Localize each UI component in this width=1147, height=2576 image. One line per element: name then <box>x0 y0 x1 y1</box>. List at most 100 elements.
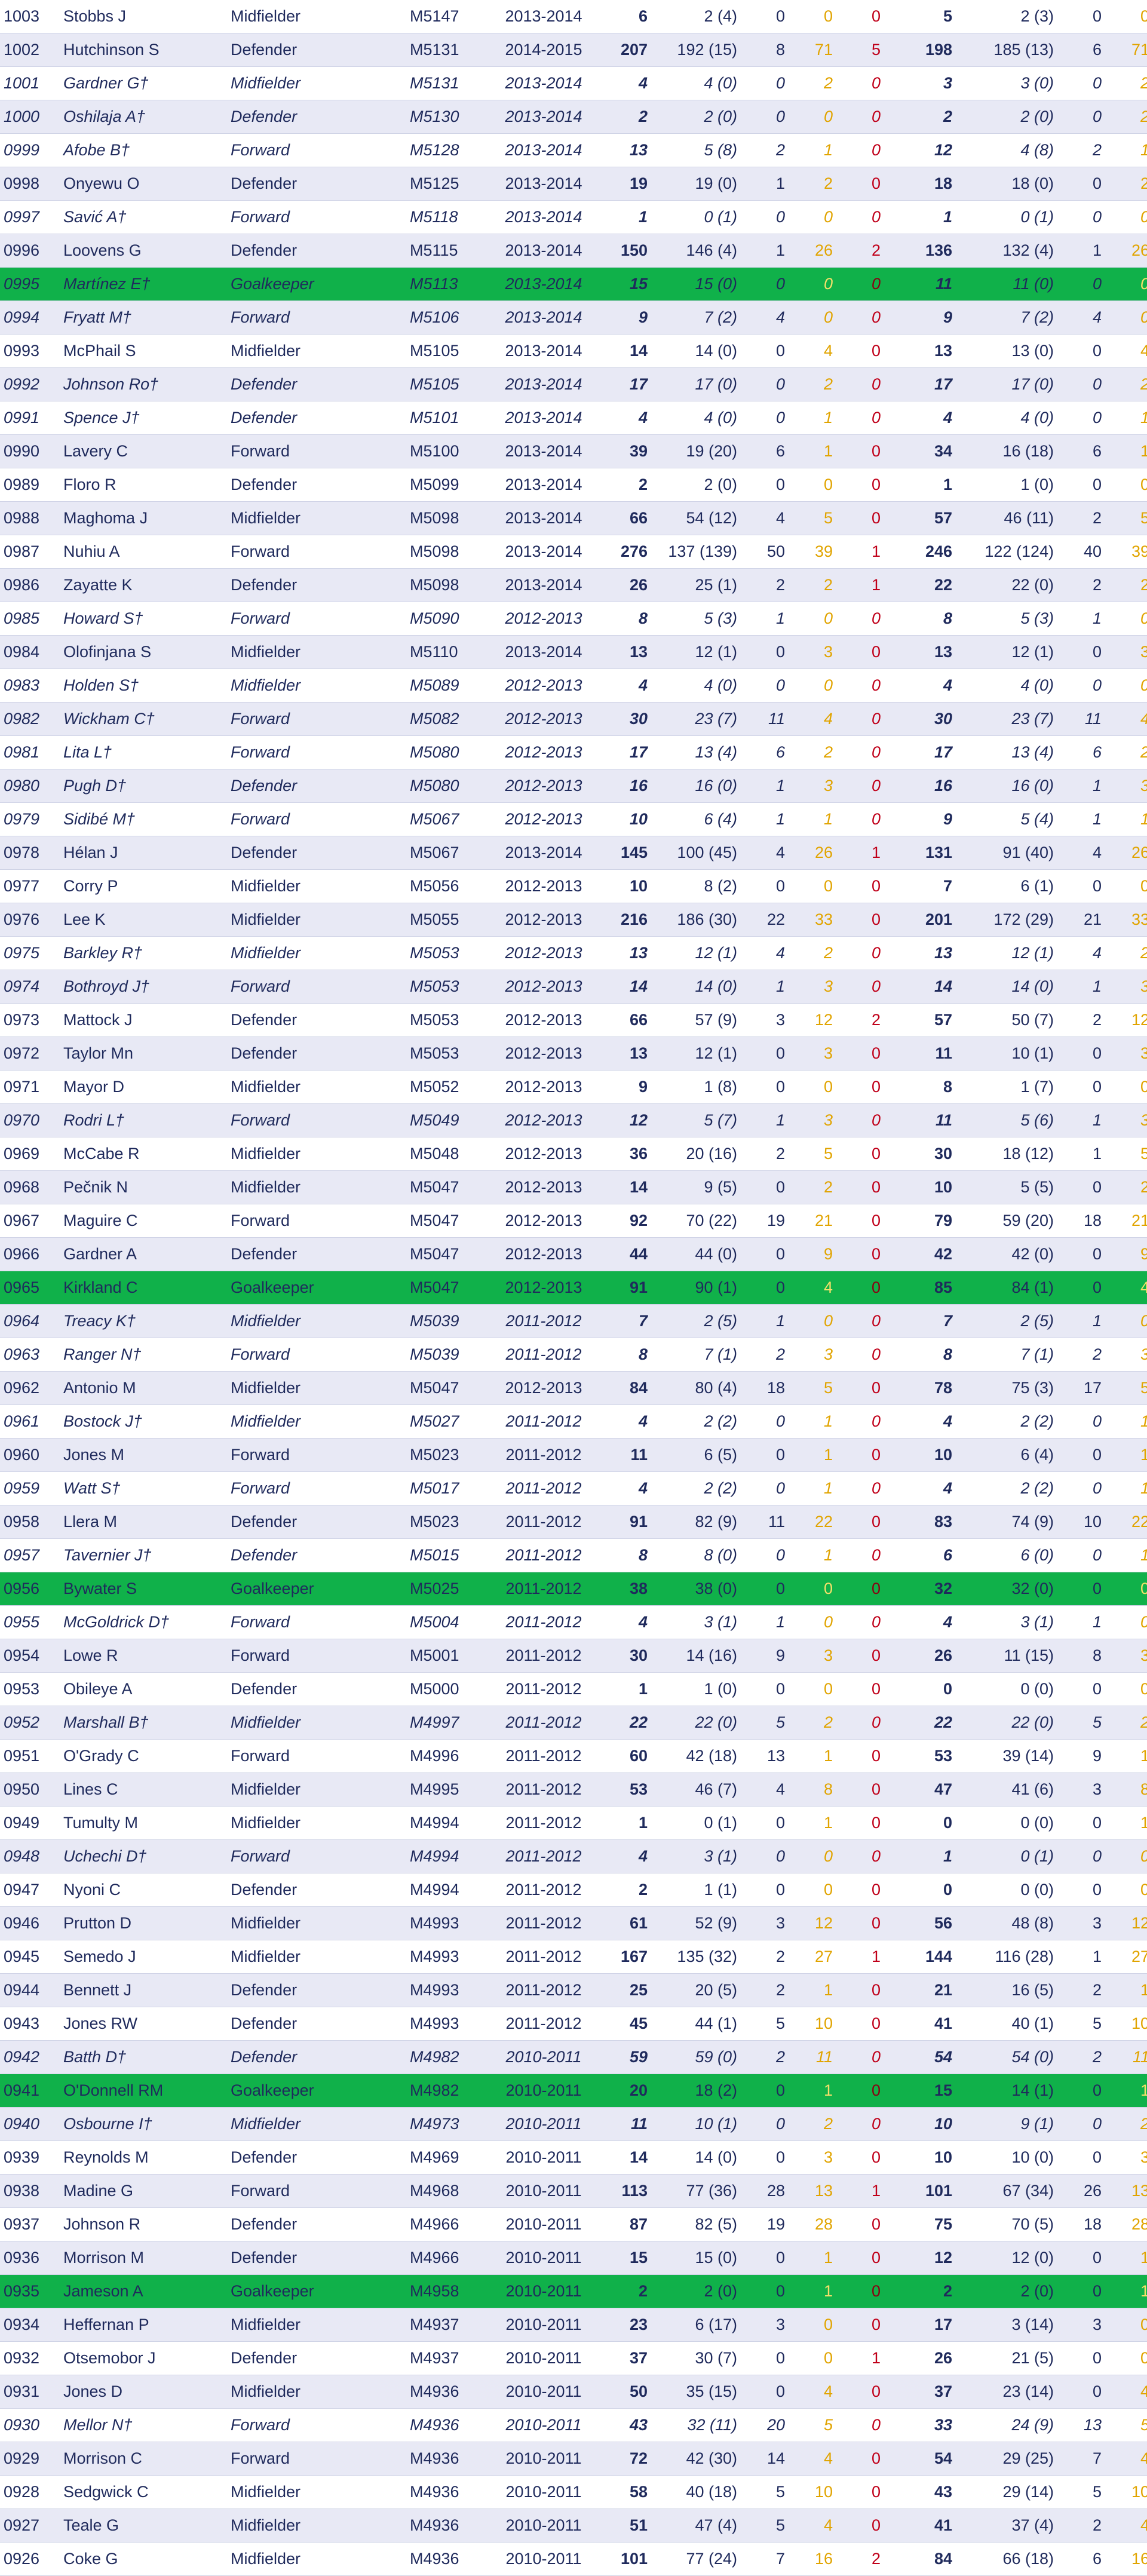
table-row: 0980 Pugh D† Defender M5080 2012-2013 16… <box>0 769 1147 803</box>
league-goals: 0 <box>1057 100 1105 134</box>
starts-subs: 38 (0) <box>651 1572 741 1606</box>
league-appearances: 4 <box>884 401 956 435</box>
player-name: Morrison C <box>60 2442 227 2476</box>
total-appearances: 11 <box>597 1438 651 1472</box>
yellow-cards: 0 <box>789 468 836 502</box>
player-name: Floro R <box>60 468 227 502</box>
player-position: Defender <box>227 33 406 67</box>
yellow-cards: 1 <box>789 2074 836 2108</box>
player-code: M4995 <box>406 1772 490 1807</box>
league-goals: 9 <box>1057 1739 1105 1773</box>
goals: 5 <box>741 2475 789 2509</box>
player-season: 2011-2012 <box>490 1973 597 2007</box>
league-goals: 0 <box>1057 1672 1105 1706</box>
player-season: 2011-2012 <box>490 1404 597 1439</box>
player-code: M5047 <box>406 1371 490 1405</box>
red-cards: 0 <box>836 1103 884 1137</box>
total-appearances: 4 <box>597 1839 651 1873</box>
player-name: Maguire C <box>60 1204 227 1238</box>
table-row: 0949 Tumulty M Midfielder M4994 2011-201… <box>0 1806 1147 1840</box>
starts-subs: 20 (5) <box>651 1973 741 2007</box>
player-name: Lowe R <box>60 1639 227 1673</box>
league-appearances: 41 <box>884 2007 956 2041</box>
player-position: Midfielder <box>227 2375 406 2409</box>
league-starts-subs: 39 (14) <box>956 1739 1057 1773</box>
yellow-cards: 5 <box>789 1137 836 1171</box>
league-yellow-cards: 39 <box>1105 535 1147 569</box>
league-yellow-cards: 2 <box>1105 2107 1147 2141</box>
league-yellow-cards: 0 <box>1105 1070 1147 1104</box>
league-yellow-cards: 2 <box>1105 735 1147 769</box>
goals: 18 <box>741 1371 789 1405</box>
table-row: 0927 Teale G Midfielder M4936 2010-2011 … <box>0 2508 1147 2543</box>
player-name: Pugh D† <box>60 769 227 803</box>
player-id: 0941 <box>0 2074 60 2108</box>
player-name: Oshilaja A† <box>60 100 227 134</box>
yellow-cards: 2 <box>789 568 836 602</box>
league-appearances: 198 <box>884 33 956 67</box>
red-cards: 0 <box>836 1404 884 1439</box>
goals: 0 <box>741 1572 789 1606</box>
player-name: Mellor N† <box>60 2408 227 2442</box>
total-appearances: 17 <box>597 367 651 401</box>
player-season: 2010-2011 <box>490 2040 597 2074</box>
yellow-cards: 0 <box>789 0 836 33</box>
total-appearances: 51 <box>597 2508 651 2543</box>
league-yellow-cards: 1 <box>1105 1806 1147 1840</box>
player-code: M5106 <box>406 300 490 335</box>
league-appearances: 5 <box>884 0 956 33</box>
player-season: 2012-2013 <box>490 1070 597 1104</box>
red-cards: 0 <box>836 468 884 502</box>
league-starts-subs: 0 (1) <box>956 1839 1057 1873</box>
league-yellow-cards: 16 <box>1105 2542 1147 2576</box>
player-position: Midfielder <box>227 1906 406 1940</box>
table-row: 1002 Hutchinson S Defender M5131 2014-20… <box>0 33 1147 67</box>
red-cards: 0 <box>836 434 884 468</box>
league-starts-subs: 10 (0) <box>956 2140 1057 2175</box>
league-starts-subs: 84 (1) <box>956 1271 1057 1305</box>
red-cards: 0 <box>836 133 884 167</box>
league-yellow-cards: 0 <box>1105 1605 1147 1639</box>
yellow-cards: 0 <box>789 869 836 903</box>
player-code: M5017 <box>406 1471 490 1505</box>
starts-subs: 2 (0) <box>651 468 741 502</box>
player-name: Teale G <box>60 2508 227 2543</box>
league-goals: 0 <box>1057 334 1105 368</box>
player-code: M4969 <box>406 2140 490 2175</box>
goals: 0 <box>741 1538 789 1572</box>
yellow-cards: 12 <box>789 1906 836 1940</box>
player-position: Goalkeeper <box>227 1572 406 1606</box>
league-yellow-cards: 5 <box>1105 1371 1147 1405</box>
table-row: 0943 Jones RW Defender M4993 2011-2012 4… <box>0 2007 1147 2041</box>
league-goals: 5 <box>1057 1706 1105 1740</box>
player-season: 2010-2011 <box>490 2174 597 2208</box>
league-starts-subs: 13 (4) <box>956 735 1057 769</box>
table-row: 0989 Floro R Defender M5099 2013-2014 2 … <box>0 468 1147 502</box>
red-cards: 0 <box>836 100 884 134</box>
table-row: 1001 Gardner G† Midfielder M5131 2013-20… <box>0 66 1147 100</box>
league-starts-subs: 2 (5) <box>956 1304 1057 1338</box>
starts-subs: 6 (5) <box>651 1438 741 1472</box>
league-starts-subs: 66 (18) <box>956 2542 1057 2576</box>
table-row: 0929 Morrison C Forward M4936 2010-2011 … <box>0 2442 1147 2476</box>
red-cards: 0 <box>836 367 884 401</box>
table-row: 0965 Kirkland C Goalkeeper M5047 2012-20… <box>0 1271 1147 1305</box>
league-goals: 5 <box>1057 2007 1105 2041</box>
player-position: Defender <box>227 167 406 201</box>
player-season: 2013-2014 <box>490 635 597 669</box>
league-appearances: 78 <box>884 1371 956 1405</box>
player-season: 2013-2014 <box>490 401 597 435</box>
total-appearances: 2 <box>597 2274 651 2308</box>
starts-subs: 80 (4) <box>651 1371 741 1405</box>
player-id: 0974 <box>0 970 60 1004</box>
player-season: 2012-2013 <box>490 1204 597 1238</box>
league-appearances: 22 <box>884 568 956 602</box>
player-position: Midfielder <box>227 0 406 33</box>
red-cards: 2 <box>836 1003 884 1037</box>
total-appearances: 66 <box>597 1003 651 1037</box>
player-name: Otsemobor J <box>60 2341 227 2375</box>
league-appearances: 246 <box>884 535 956 569</box>
goals: 2 <box>741 1940 789 1974</box>
starts-subs: 137 (139) <box>651 535 741 569</box>
league-starts-subs: 42 (0) <box>956 1237 1057 1271</box>
